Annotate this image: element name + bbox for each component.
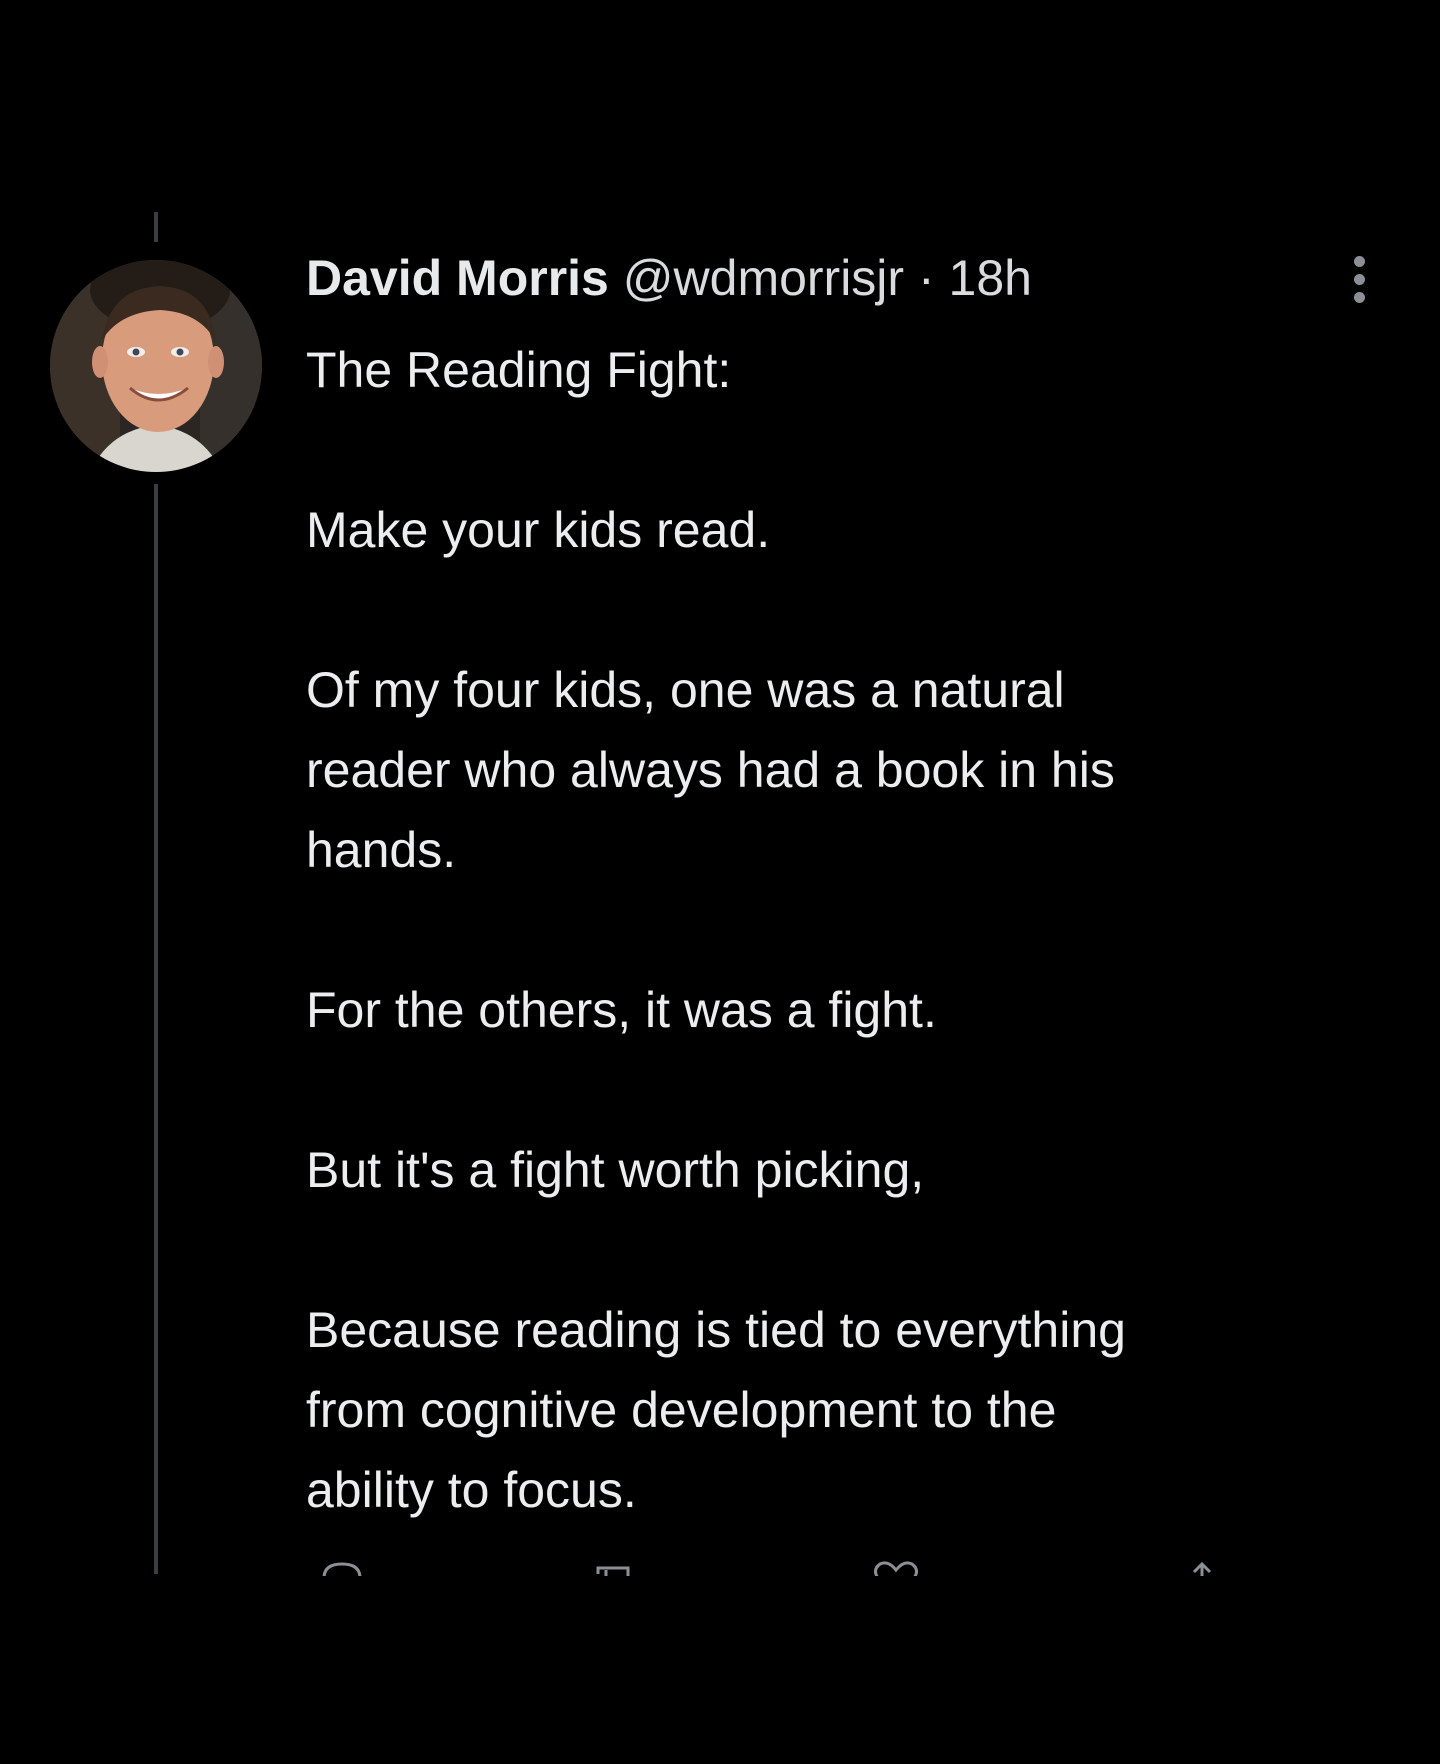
tweet-text: The Reading Fight: Make your kids read. … bbox=[306, 330, 1306, 1530]
thread-line bbox=[154, 484, 158, 1574]
tweet-line: ability to focus. bbox=[306, 1462, 637, 1518]
share-button[interactable] bbox=[1182, 1560, 1222, 1576]
tweet-line: Of my four kids, one was a natural bbox=[306, 662, 1065, 718]
retweet-button[interactable] bbox=[592, 1560, 642, 1576]
retweet-icon bbox=[596, 1566, 630, 1576]
tweet-line: Make your kids read. bbox=[306, 502, 771, 558]
reply-button[interactable] bbox=[320, 1560, 364, 1576]
share-icon bbox=[1192, 1561, 1212, 1576]
tweet-actions bbox=[306, 1554, 1256, 1576]
avatar[interactable] bbox=[50, 260, 262, 472]
tweet-line: reader who always had a book in his bbox=[306, 742, 1115, 798]
heart-icon bbox=[873, 1561, 919, 1576]
like-button[interactable] bbox=[872, 1560, 920, 1576]
tweet-line: from cognitive development to the bbox=[306, 1382, 1057, 1438]
thread-line-top bbox=[154, 212, 158, 242]
tweet-line: But it's a fight worth picking, bbox=[306, 1142, 925, 1198]
author-handle[interactable]: @wdmorrisjr bbox=[623, 250, 904, 306]
bottom-area bbox=[0, 1576, 1440, 1764]
tweet-timestamp[interactable]: 18h bbox=[949, 250, 1032, 306]
more-vertical-icon bbox=[1354, 256, 1365, 267]
separator-dot: · bbox=[917, 250, 935, 306]
tweet-line: For the others, it was a fight. bbox=[306, 982, 937, 1038]
tweet-line: The Reading Fight: bbox=[306, 342, 732, 398]
reply-icon bbox=[322, 1562, 362, 1576]
tweet-line: hands. bbox=[306, 822, 457, 878]
tweet-header: David Morris @wdmorrisjr · 18h bbox=[306, 248, 1032, 308]
more-vertical-icon-dot bbox=[1354, 292, 1365, 303]
more-vertical-icon-dot bbox=[1354, 274, 1365, 285]
profile-photo bbox=[50, 260, 262, 472]
tweet-line: Because reading is tied to everything bbox=[306, 1302, 1126, 1358]
more-options-button[interactable] bbox=[1346, 250, 1374, 310]
author-name[interactable]: David Morris bbox=[306, 250, 609, 306]
